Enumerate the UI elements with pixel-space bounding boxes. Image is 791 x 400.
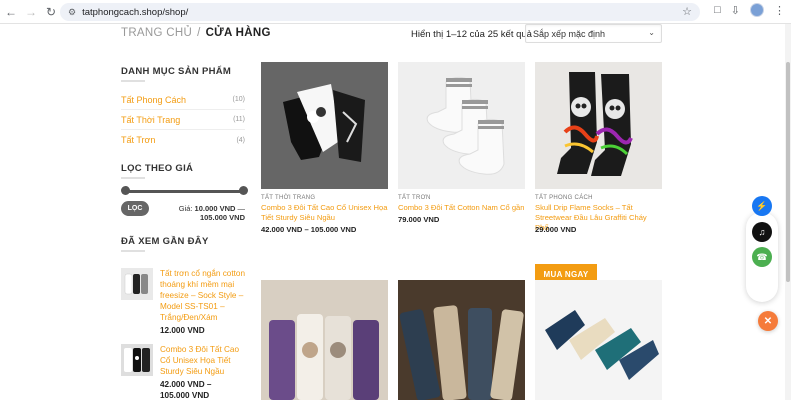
- sort-select[interactable]: Sắp xếp mặc định ⌄: [525, 24, 662, 43]
- category-label[interactable]: Tất Trơn: [121, 135, 155, 145]
- price-slider-min-handle[interactable]: [121, 186, 130, 195]
- price-label-prefix: Giá:: [178, 204, 193, 213]
- sort-selected-label: Sắp xếp mặc định: [533, 28, 606, 39]
- phone-icon[interactable]: ☎: [752, 247, 772, 267]
- title-divider: [121, 250, 145, 252]
- category-item[interactable]: Tất Trơn (4): [121, 130, 245, 150]
- breadcrumb: TRANG CHỦ / CỬA HÀNG: [121, 27, 271, 39]
- messenger-icon[interactable]: ⚡: [752, 196, 772, 216]
- product-title[interactable]: Combo 3 Đôi Tất Cotton Nam Cổ gần: [398, 203, 525, 213]
- category-count: (10): [232, 96, 245, 103]
- recent-thumbnail[interactable]: [121, 268, 153, 300]
- url-text[interactable]: tatphongcach.shop/shop/: [82, 7, 188, 18]
- shop-page: TRANG CHỦ / CỬA HÀNG Hiển thị 1–12 của 25 …: [0, 24, 791, 400]
- title-divider: [121, 80, 145, 82]
- product-image[interactable]: [535, 62, 662, 189]
- breadcrumb-home[interactable]: TRANG CHỦ: [121, 27, 192, 39]
- chevron-down-icon: ⌄: [648, 28, 655, 37]
- price-min: 10.000 VND: [194, 204, 236, 213]
- breadcrumb-current: CỬA HÀNG: [205, 27, 271, 39]
- star-icon[interactable]: ☆: [682, 5, 692, 18]
- product-category[interactable]: TẤT PHONG CÁCH: [535, 195, 593, 201]
- categories-title: DANH MỤC SẢN PHẨM: [121, 66, 232, 77]
- product-category[interactable]: TẤT TRƠN: [398, 195, 431, 201]
- category-count: (4): [236, 136, 245, 144]
- product-category[interactable]: TẤT THỜI TRANG: [261, 195, 315, 201]
- recent-price-line: 105.000 VND: [160, 391, 210, 400]
- close-icon[interactable]: ✕: [758, 311, 778, 331]
- breadcrumb-separator: /: [197, 27, 201, 39]
- product-image[interactable]: [398, 62, 525, 189]
- recent-price-line: 42.000 VND –: [160, 380, 212, 389]
- category-item[interactable]: Tất Phong Cách (10): [121, 90, 245, 110]
- download-icon[interactable]: ⇩: [731, 4, 740, 17]
- product-image[interactable]: [261, 280, 388, 400]
- address-bar[interactable]: ⚙ tatphongcach.shop/shop/ ☆: [60, 3, 700, 21]
- price-dash: —: [237, 204, 246, 213]
- title-divider: [121, 177, 145, 179]
- menu-icon[interactable]: ⋮: [774, 4, 785, 17]
- product-image[interactable]: [261, 62, 388, 189]
- recent-price: 12.000 VND: [160, 326, 205, 335]
- recent-thumbnail[interactable]: [121, 344, 153, 376]
- product-price: 79.000 VND: [398, 215, 440, 224]
- reload-icon[interactable]: ↻: [42, 3, 60, 21]
- product-price: 42.000 VND – 105.000 VND: [261, 225, 357, 234]
- browser-toolbar: ← → ↻ ⚙ tatphongcach.shop/shop/ ☆ □ ⇩ ⋮: [0, 0, 791, 24]
- forward-icon[interactable]: →: [22, 3, 40, 21]
- product-image[interactable]: [535, 280, 662, 400]
- recent-title[interactable]: Combo 3 Đôi Tất Cao Cổ Unisex Họa Tiết S…: [160, 344, 246, 377]
- price-max: 105.000 VND: [199, 213, 245, 222]
- category-label[interactable]: Tất Thời Trang: [121, 115, 180, 125]
- price-slider-max-handle[interactable]: [239, 186, 248, 195]
- price-filter-title: LỌC THEO GIÁ: [121, 163, 194, 174]
- recent-title[interactable]: Tất trơn cổ ngắn cotton thoáng khí mềm m…: [160, 268, 246, 323]
- recently-viewed-title: ĐÃ XEM GẦN ĐÂY: [121, 236, 209, 247]
- scrollbar-thumb[interactable]: [786, 62, 790, 282]
- category-label[interactable]: Tất Phong Cách: [121, 95, 186, 105]
- filter-button[interactable]: LỌC: [121, 201, 149, 216]
- site-info-icon[interactable]: ⚙: [68, 7, 76, 18]
- result-count: Hiển thị 1–12 của 25 kết quả: [411, 29, 532, 40]
- price-slider-track[interactable]: [125, 190, 244, 193]
- extensions-icon[interactable]: □: [714, 4, 721, 16]
- back-icon[interactable]: ←: [2, 3, 20, 21]
- product-title[interactable]: Combo 3 Đôi Tất Cao Cổ Unisex Họa Tiết S…: [261, 203, 388, 223]
- avatar[interactable]: [750, 3, 764, 17]
- product-price: 29.000 VND: [535, 225, 577, 234]
- price-range-label: Giá: 10.000 VND — 105.000 VND: [170, 204, 245, 222]
- product-image[interactable]: [398, 280, 525, 400]
- tiktok-icon[interactable]: ♫: [752, 222, 772, 242]
- category-item[interactable]: Tất Thời Trang (11): [121, 110, 245, 130]
- category-count: (11): [233, 116, 245, 123]
